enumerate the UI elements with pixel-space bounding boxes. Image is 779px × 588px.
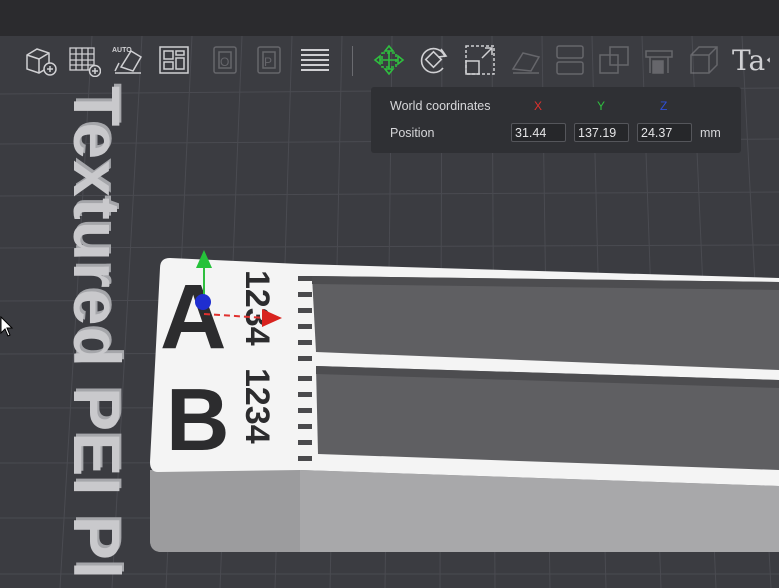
layers-icon[interactable] [297, 42, 333, 78]
cut-icon[interactable] [552, 42, 588, 78]
auto-orient-icon[interactable]: AUTO [110, 42, 146, 78]
mesh-boolean-icon[interactable] [596, 42, 632, 78]
arrange-icon[interactable] [156, 42, 192, 78]
rotate-icon[interactable] [416, 42, 452, 78]
measure-icon[interactable] [766, 42, 779, 78]
position-y-input[interactable]: 137.19 [574, 123, 629, 142]
letter-b: B [166, 370, 230, 469]
numbers-top: 1234 [238, 270, 276, 346]
letter-a: A [160, 266, 226, 368]
svg-text:O: O [220, 55, 229, 69]
unit-label: mm [700, 126, 721, 140]
scale-icon[interactable] [462, 42, 498, 78]
position-label: Position [390, 126, 435, 140]
svg-text:P: P [264, 55, 272, 69]
main-toolbar: AUTO O P Ta [0, 36, 779, 86]
mouse-cursor-icon [0, 316, 14, 337]
move-icon[interactable] [371, 42, 407, 78]
y-axis-arrow-icon [196, 250, 212, 268]
add-object-icon[interactable] [22, 42, 58, 78]
z-axis-label: Z [660, 99, 668, 113]
toolbar-separator [352, 46, 353, 76]
split-parts-icon[interactable]: P [252, 42, 288, 78]
coordinates-panel: World coordinates X Y Z Position 31.44 1… [371, 87, 741, 153]
y-axis-label: Y [597, 99, 606, 113]
add-plate-icon[interactable] [66, 42, 102, 78]
text-tool-icon[interactable]: Ta [730, 42, 766, 78]
support-paint-icon[interactable] [641, 42, 677, 78]
lay-on-face-icon[interactable] [508, 42, 544, 78]
x-axis-label: X [534, 99, 543, 113]
split-objects-icon[interactable]: O [208, 42, 244, 78]
z-axis-handle-icon [195, 294, 211, 310]
numbers-bottom: 1234 [238, 368, 276, 444]
seam-paint-icon[interactable] [686, 42, 722, 78]
svg-text:Ta: Ta [732, 44, 765, 77]
position-z-input[interactable]: 24.37 [637, 123, 692, 142]
position-x-input[interactable]: 31.44 [511, 123, 566, 142]
coordinates-title: World coordinates [390, 99, 491, 113]
